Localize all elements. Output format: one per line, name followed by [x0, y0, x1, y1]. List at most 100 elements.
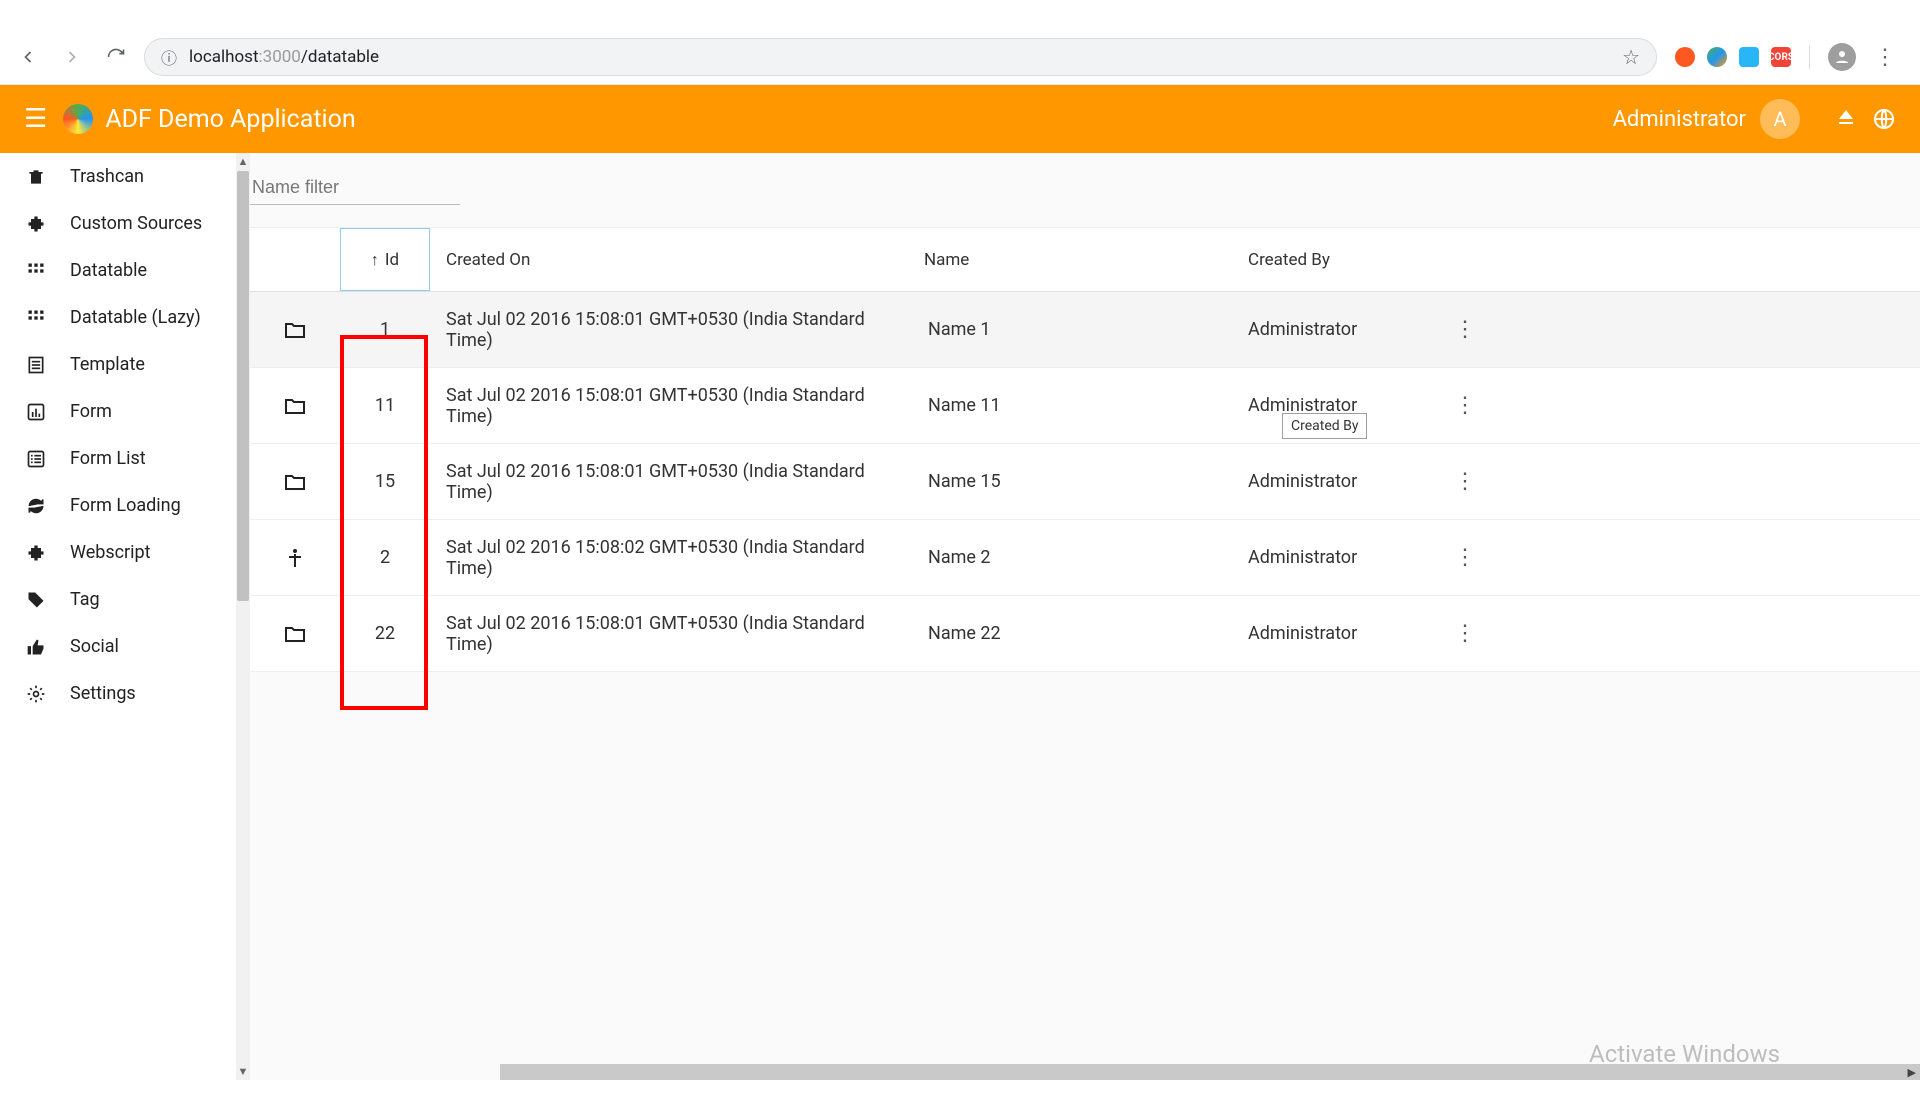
browser-toolbar: ⓘ localhost:3000/datatable ☆ CORS ⋮ — [0, 30, 1920, 85]
folder-icon — [250, 470, 340, 494]
folder-icon — [250, 622, 340, 646]
cell-id: 2 — [340, 547, 430, 568]
url-bar[interactable]: ⓘ localhost:3000/datatable ☆ — [144, 38, 1657, 76]
extension-icon — [26, 543, 48, 563]
grid-icon — [26, 261, 48, 281]
user-avatar[interactable]: A — [1760, 99, 1800, 139]
column-id-label: Id — [385, 250, 399, 270]
app-title: ADF Demo Application — [105, 105, 355, 134]
sidebar-item[interactable]: Tag — [0, 576, 250, 623]
cell-created-on: Sat Jul 02 2016 15:08:01 GMT+0530 (India… — [430, 309, 920, 351]
cell-created-on: Sat Jul 02 2016 15:08:01 GMT+0530 (India… — [430, 613, 920, 655]
sidebar-item[interactable]: Webscript — [0, 529, 250, 576]
column-header-created-by[interactable]: Created By — [1240, 250, 1440, 270]
template-icon — [26, 355, 48, 375]
app-header: ☰ ADF Demo Application Administrator A — [0, 85, 1920, 153]
sidebar-item[interactable]: Settings — [0, 670, 250, 717]
main-content: ↑ Id Created On Name Created By 1Sat Jul… — [250, 153, 1920, 1080]
sidebar-item[interactable]: Datatable — [0, 247, 250, 294]
horizontal-scrollbar[interactable]: ▶ — [500, 1064, 1920, 1080]
column-header-id[interactable]: ↑ Id — [340, 228, 430, 291]
cell-created-by: Administrator — [1240, 623, 1440, 644]
cell-created-on: Sat Jul 02 2016 15:08:02 GMT+0530 (India… — [430, 537, 920, 579]
sidebar-item-label: Template — [70, 354, 145, 375]
sidebar-item[interactable]: Form — [0, 388, 250, 435]
sidebar-item-label: Webscript — [70, 542, 151, 563]
extensions: CORS ⋮ — [1675, 43, 1902, 71]
table-header-row: ↑ Id Created On Name Created By — [250, 228, 1920, 292]
extension-cors-icon[interactable]: CORS — [1771, 47, 1791, 67]
cell-id: 1 — [340, 319, 430, 340]
forward-button[interactable] — [62, 47, 82, 67]
url-port: :3000 — [259, 47, 301, 67]
table-row[interactable]: 22Sat Jul 02 2016 15:08:01 GMT+0530 (Ind… — [250, 596, 1920, 672]
scroll-right-icon[interactable]: ▶ — [1904, 1066, 1920, 1079]
bookmark-icon[interactable]: ☆ — [1622, 45, 1640, 69]
sort-asc-icon: ↑ — [371, 250, 379, 270]
row-actions-button[interactable]: ⋮ — [1440, 621, 1490, 646]
table-row[interactable]: 15Sat Jul 02 2016 15:08:01 GMT+0530 (Ind… — [250, 444, 1920, 520]
cell-created-by: Administrator — [1240, 471, 1440, 492]
extension-icon[interactable] — [1675, 47, 1695, 67]
menu-icon[interactable]: ☰ — [24, 104, 47, 134]
sidebar-item[interactable]: Form List — [0, 435, 250, 482]
sidebar-item-label: Datatable — [70, 260, 147, 281]
column-header-created-on[interactable]: Created On — [430, 250, 920, 270]
row-actions-button[interactable]: ⋮ — [1440, 317, 1490, 342]
sidebar-item[interactable]: Social — [0, 623, 250, 670]
reload-button[interactable] — [106, 47, 126, 67]
sidebar-scrollbar[interactable]: ▲ ▼ — [236, 153, 250, 1080]
person-icon — [250, 546, 340, 570]
tag-icon — [26, 590, 48, 610]
sidebar-item[interactable]: Datatable (Lazy) — [0, 294, 250, 341]
name-filter-input[interactable] — [250, 171, 460, 205]
extension-icon[interactable] — [1707, 47, 1727, 67]
sidebar-item-label: Trashcan — [70, 166, 144, 187]
cell-created-by: Administrator — [1240, 319, 1440, 340]
chart-icon — [26, 402, 48, 422]
cell-name: Name 11 — [920, 395, 1240, 416]
cell-created-on: Sat Jul 02 2016 15:08:01 GMT+0530 (India… — [430, 461, 920, 503]
sidebar-item-label: Tag — [70, 589, 100, 610]
row-actions-button[interactable]: ⋮ — [1440, 545, 1490, 570]
sidebar-item-label: Custom Sources — [70, 213, 202, 234]
language-icon[interactable] — [1872, 107, 1896, 131]
sidebar-item[interactable]: Template — [0, 341, 250, 388]
sidebar-item-label: Form — [70, 401, 112, 422]
row-actions-button[interactable]: ⋮ — [1440, 469, 1490, 494]
cell-created-by: Administrator — [1240, 547, 1440, 568]
sidebar-item-label: Datatable (Lazy) — [70, 307, 201, 328]
site-info-icon[interactable]: ⓘ — [161, 45, 177, 69]
theme-icon[interactable] — [1834, 107, 1858, 131]
row-actions-button[interactable]: ⋮ — [1440, 393, 1490, 418]
data-table: ↑ Id Created On Name Created By 1Sat Jul… — [250, 227, 1920, 672]
cell-created-on: Sat Jul 02 2016 15:08:01 GMT+0530 (India… — [430, 385, 920, 427]
folder-icon — [250, 318, 340, 342]
sidebar-item-label: Form List — [70, 448, 146, 469]
scroll-thumb[interactable] — [237, 171, 249, 601]
back-button[interactable] — [18, 47, 38, 67]
url-host: localhost — [189, 47, 259, 67]
table-row[interactable]: 11Sat Jul 02 2016 15:08:01 GMT+0530 (Ind… — [250, 368, 1920, 444]
sidebar-item-label: Form Loading — [70, 495, 181, 516]
extension-icon[interactable] — [1739, 47, 1759, 67]
tooltip-created-by: Created By — [1282, 413, 1367, 439]
sidebar-item[interactable]: Custom Sources — [0, 200, 250, 247]
column-header-name[interactable]: Name — [920, 250, 1240, 270]
sidebar-item[interactable]: Trashcan — [0, 153, 250, 200]
sidebar-item[interactable]: Form Loading — [0, 482, 250, 529]
extension-icon — [26, 214, 48, 234]
table-row[interactable]: 1Sat Jul 02 2016 15:08:01 GMT+0530 (Indi… — [250, 292, 1920, 368]
list-icon — [26, 449, 48, 469]
cell-name: Name 15 — [920, 471, 1240, 492]
scroll-up-icon[interactable]: ▲ — [238, 153, 249, 170]
cell-id: 15 — [340, 471, 430, 492]
folder-icon — [250, 394, 340, 418]
gear-icon — [26, 684, 48, 704]
profile-avatar[interactable] — [1828, 43, 1856, 71]
scroll-down-icon[interactable]: ▼ — [238, 1063, 249, 1080]
browser-menu-icon[interactable]: ⋮ — [1868, 45, 1902, 70]
table-row[interactable]: 2Sat Jul 02 2016 15:08:02 GMT+0530 (Indi… — [250, 520, 1920, 596]
cell-name: Name 2 — [920, 547, 1240, 568]
divider — [1809, 45, 1810, 69]
